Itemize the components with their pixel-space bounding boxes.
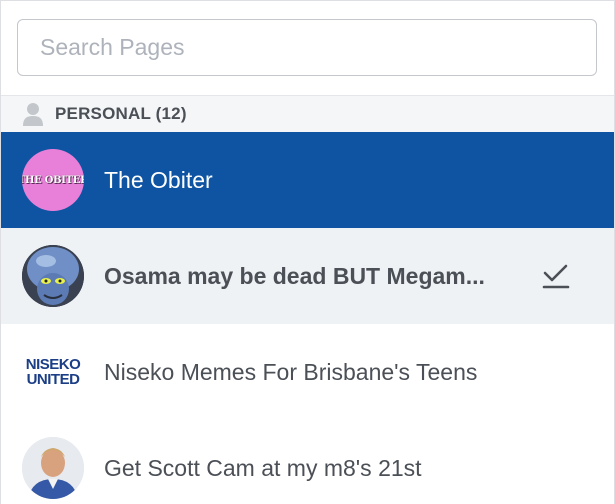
section-header-personal: PERSONAL (12) [1, 95, 614, 132]
niseko-united-avatar: NISEKO UNITED [22, 341, 84, 403]
search-input[interactable] [17, 19, 597, 76]
page-item-megamind[interactable]: Osama may be dead BUT Megam... [1, 228, 614, 324]
page-item-scott-cam[interactable]: Get Scott Cam at my m8's 21st [1, 420, 614, 504]
page-item-label: Osama may be dead BUT Megam... [104, 262, 485, 289]
page-item-label: The Obiter [104, 166, 213, 193]
page-item-label: Niseko Memes For Brisbane's Teens [104, 358, 478, 385]
niseko-logo-line2: UNITED [26, 371, 80, 388]
search-area [1, 1, 614, 95]
the-obiter-avatar: THE OBITER [22, 149, 84, 211]
megamind-avatar [22, 245, 84, 307]
page-switcher-panel: PERSONAL (12) THE OBITER The Obiter Osam… [0, 0, 615, 504]
niseko-logo-line1: NISEKO [25, 356, 81, 373]
checkmark-icon [541, 263, 571, 289]
page-item-niseko-memes[interactable]: NISEKO UNITED Niseko Memes For Brisbane'… [1, 324, 614, 420]
scott-cam-avatar [22, 437, 84, 499]
the-obiter-logo-text: THE OBITER [22, 174, 84, 186]
person-icon [22, 102, 44, 126]
section-label: PERSONAL (12) [55, 104, 187, 123]
page-item-label: Get Scott Cam at my m8's 21st [104, 454, 422, 481]
page-item-the-obiter[interactable]: THE OBITER The Obiter [1, 132, 614, 228]
